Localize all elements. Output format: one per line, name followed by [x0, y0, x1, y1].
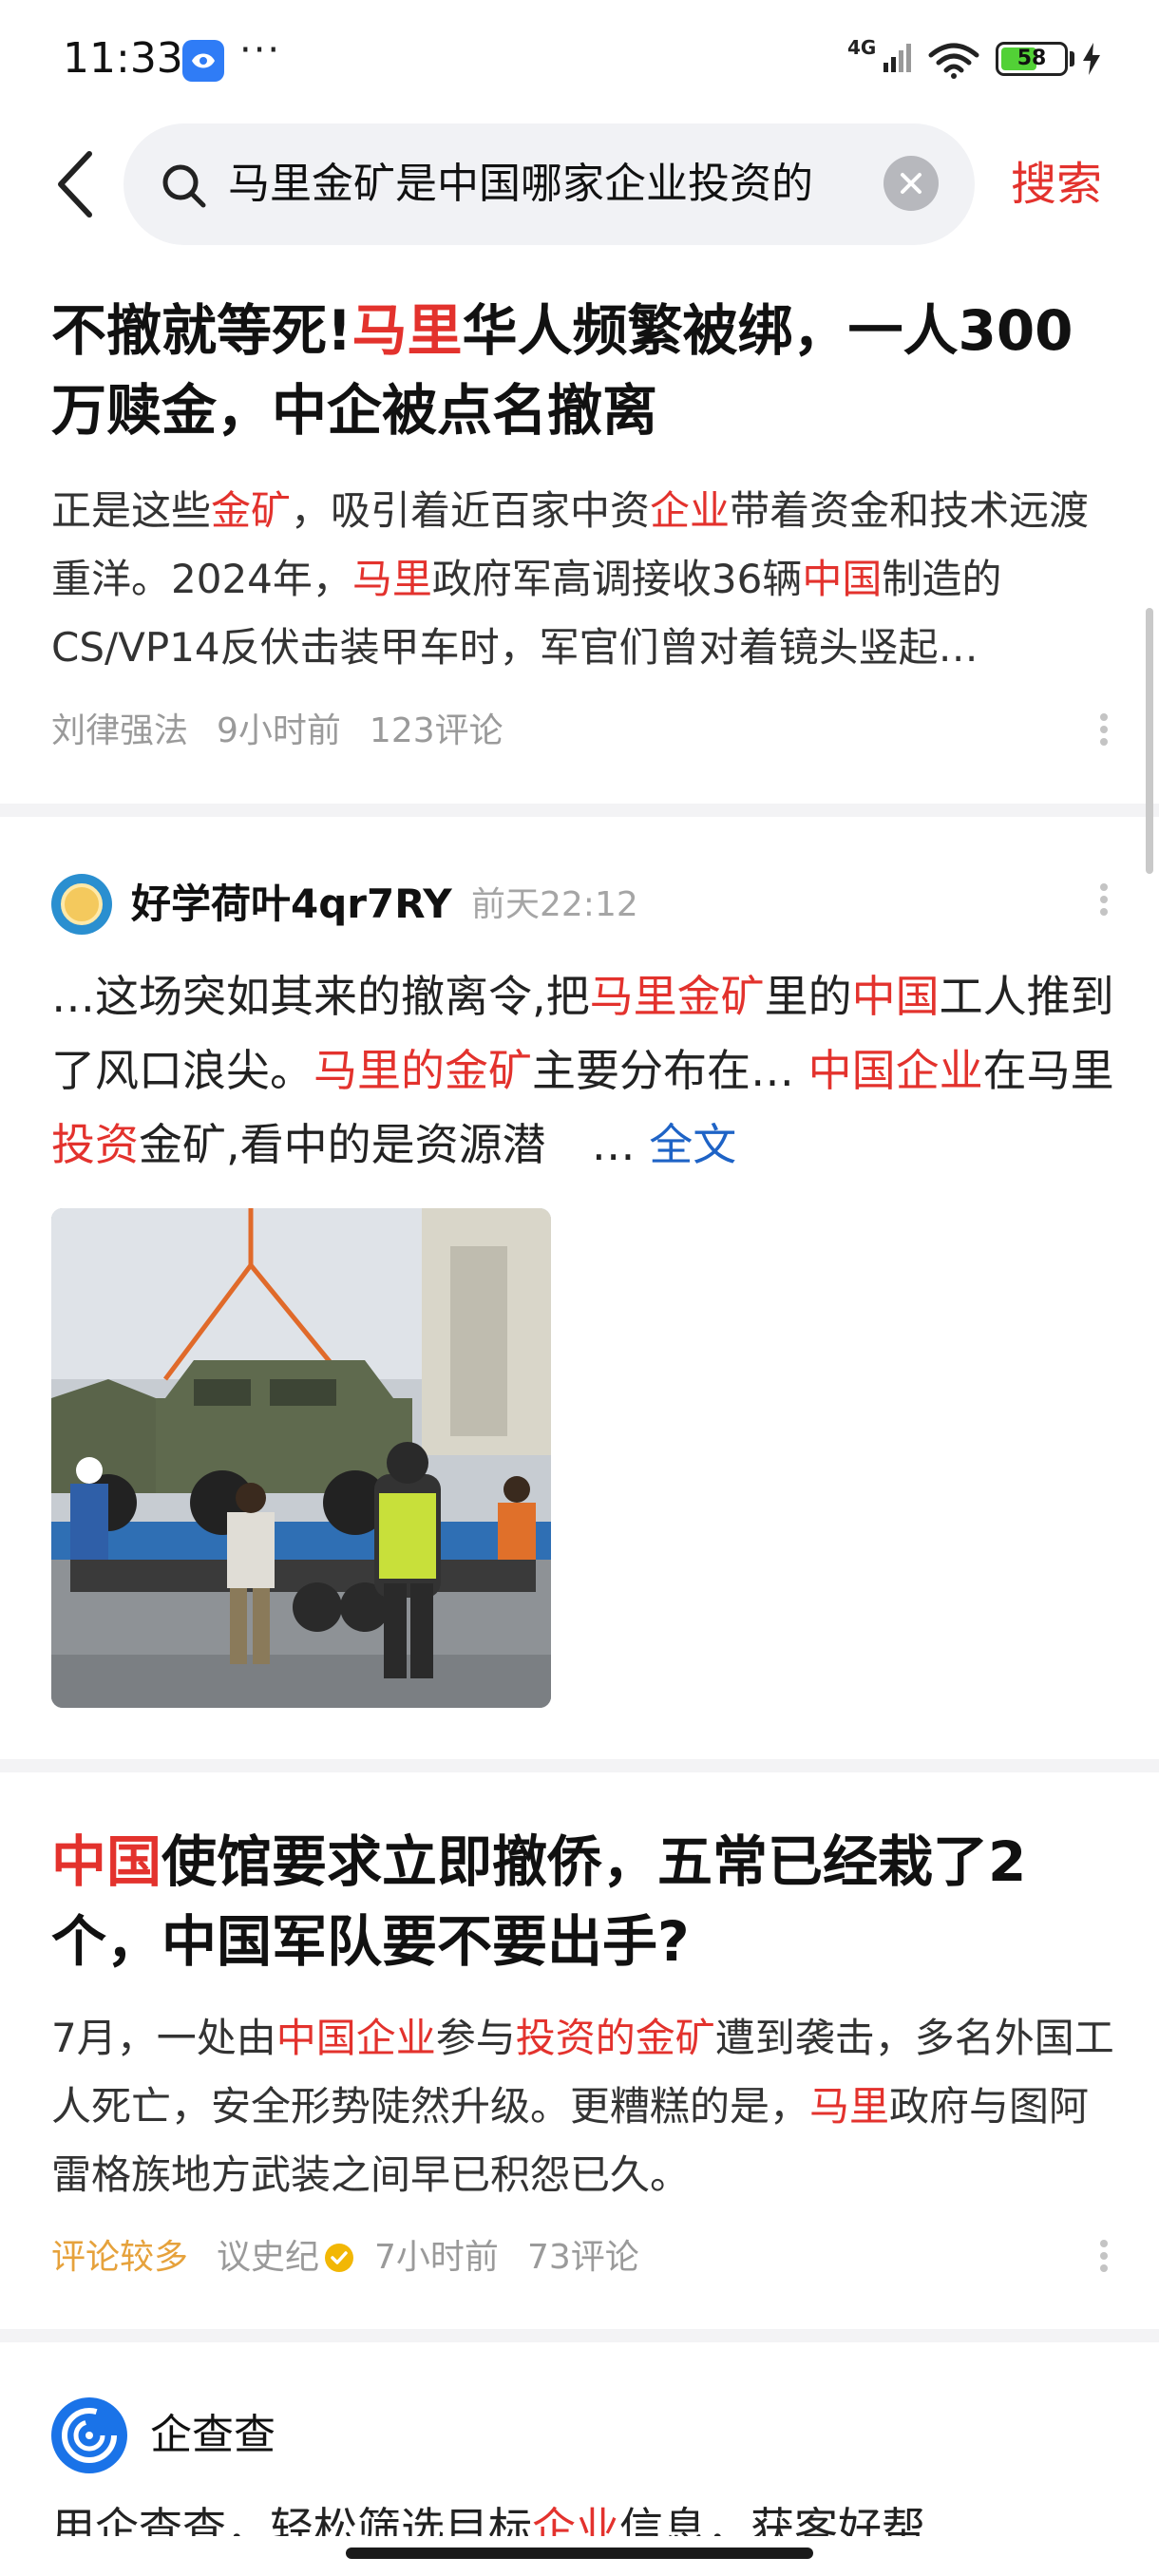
summary-text: 政府军高调接收36辆	[431, 556, 803, 602]
post-text[interactable]: …这场突如其来的撤离令,把马里金矿里的中国工人推到了风口浪尖。马里的金矿主要分布…	[51, 959, 1119, 1182]
post-text-plain: 里的	[764, 971, 852, 1022]
status-time: 11:33	[63, 34, 183, 83]
ad-text-highlight: 企业	[532, 2503, 619, 2536]
title-text: 不撤就等死!	[51, 298, 352, 363]
article-1-meta: 刘律强法 9小时前 123评论	[51, 708, 532, 755]
post-text-plain: 金矿,看中的是资源潜	[139, 1119, 546, 1170]
article-source[interactable]: 刘律强法	[51, 711, 188, 750]
battery-nub	[1070, 51, 1074, 66]
battery-icon: 58	[996, 42, 1068, 76]
wifi-icon	[927, 42, 980, 84]
summary-text: 正是这些	[51, 487, 212, 534]
home-indicator[interactable]	[346, 2548, 813, 2559]
post-text-highlight: 中国企业	[808, 1045, 983, 1096]
author-name[interactable]: 好学荷叶4qr7RY	[131, 874, 452, 935]
verified-badge-icon	[325, 2244, 354, 2272]
ad-text-plain: 用企查查，轻松筛选目标	[51, 2503, 532, 2536]
more-options-icon[interactable]	[1092, 2235, 1115, 2282]
post-time: 前天22:12	[471, 885, 638, 924]
summary-highlight: 金矿	[211, 487, 292, 534]
summary-text: 参与	[435, 2015, 516, 2061]
search-icon	[160, 161, 209, 215]
divider	[0, 1759, 1159, 1772]
summary-highlight: 投资的金矿	[515, 2015, 715, 2061]
article-2-meta: 评论较多 议史纪 7小时前 73评论	[51, 2234, 668, 2282]
charging-icon	[1081, 42, 1102, 80]
post-text-ellipsis: …	[591, 1119, 636, 1170]
ad-name[interactable]: 企查查	[150, 2405, 276, 2466]
title-highlight: 中国	[51, 1829, 162, 1894]
comment-count: 73评论	[526, 2238, 639, 2277]
post-text-highlight: 投资	[51, 1119, 139, 1170]
status-bar: 11:33 ··· 4G 58	[0, 0, 1159, 119]
summary-highlight: 企业	[650, 487, 731, 534]
divider	[0, 804, 1159, 817]
post-text-highlight: 马里的金矿	[314, 1045, 532, 1096]
title-text: 使馆要求立即撤侨，五常已经栽了2个，中国军队要不要出手?	[51, 1829, 1027, 1974]
back-button[interactable]	[46, 144, 106, 224]
more-options-icon[interactable]	[1092, 879, 1115, 926]
summary-highlight: 中国	[802, 556, 883, 602]
more-notifications-icon: ···	[239, 28, 282, 72]
article-1-summary: 正是这些金矿，吸引着近百家中资企业带着资金和技术远渡重洋。2024年，马里政府军…	[51, 477, 1119, 682]
post-text-plain: 主要分布在…	[532, 1045, 808, 1096]
comment-count: 123评论	[369, 711, 504, 750]
article-source[interactable]: 议史纪	[217, 2238, 319, 2277]
scrollbar[interactable]	[1146, 608, 1153, 874]
title-highlight: 马里	[352, 298, 463, 363]
post-text-highlight: 马里金矿	[589, 971, 765, 1022]
search-input[interactable]: 马里金矿是中国哪家企业投资的	[124, 123, 975, 245]
avatar[interactable]	[51, 874, 112, 935]
article-time: 7小时前	[374, 2238, 499, 2277]
post-text-plain: 在马里	[982, 1045, 1114, 1096]
summary-highlight: 中国企业	[276, 2015, 436, 2061]
post-text-plain: …这场突如其来的撤离令,把	[51, 971, 590, 1022]
hot-comments-tag: 评论较多	[51, 2238, 189, 2277]
article-2-title[interactable]: 中国使馆要求立即撤侨，五常已经栽了2个，中国军队要不要出手?	[51, 1822, 1115, 1981]
article-2-summary: 7月，一处由中国企业参与投资的金矿遭到袭击，多名外国工人死亡，安全形势陡然升级。…	[51, 2004, 1119, 2209]
signal-icon	[868, 42, 912, 78]
app-notification-icon	[182, 40, 224, 82]
summary-text: 7月，一处由	[51, 2015, 276, 2061]
article-time: 9小时前	[217, 711, 341, 750]
armored-vehicle-photo	[51, 1208, 551, 1708]
battery-level: 58	[1016, 47, 1047, 70]
post-text-highlight: 中国	[851, 971, 940, 1022]
post-image[interactable]	[51, 1208, 551, 1708]
full-text-link[interactable]: 全文	[649, 1119, 736, 1170]
back-arrow-icon	[58, 151, 92, 218]
summary-text: ，吸引着近百家中资	[291, 487, 651, 534]
article-1-title[interactable]: 不撤就等死!马里华人频繁被绑，一人300万赎金，中企被点名撤离	[51, 291, 1115, 450]
qichacha-logo-icon[interactable]	[51, 2397, 127, 2473]
summary-highlight: 马里	[352, 556, 432, 602]
ad-text[interactable]: 用企查查，轻松筛选目标企业信息，获客好帮	[51, 2498, 1119, 2536]
divider	[0, 2329, 1159, 2342]
more-options-icon[interactable]	[1092, 709, 1115, 756]
search-query[interactable]: 马里金矿是中国哪家企业投资的	[228, 152, 855, 217]
ad-text-plain: 信息，获客好帮	[619, 2503, 925, 2536]
search-button[interactable]: 搜索	[1011, 152, 1102, 217]
clear-search-icon[interactable]	[884, 156, 939, 211]
summary-highlight: 马里	[809, 2083, 890, 2130]
